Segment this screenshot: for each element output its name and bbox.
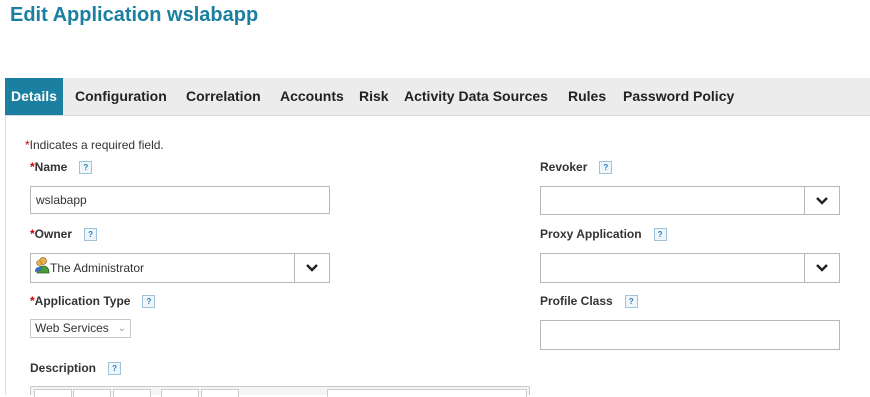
chevron-down-icon bbox=[816, 196, 828, 205]
revoker-label-text: Revoker bbox=[540, 160, 588, 174]
owner-label: *Owner? bbox=[30, 227, 98, 242]
revoker-field[interactable] bbox=[540, 186, 840, 215]
application-type-label: *Application Type? bbox=[30, 294, 156, 309]
tab-bar: Details Configuration Correlation Accoun… bbox=[5, 78, 870, 116]
application-type-select[interactable]: Web Services ⌄ bbox=[30, 319, 131, 338]
application-type-label-text: Application Type bbox=[34, 294, 131, 308]
toolbar-button[interactable] bbox=[113, 389, 151, 397]
required-note: *Indicates a required field. bbox=[25, 138, 164, 152]
name-field[interactable]: wslabapp bbox=[30, 186, 330, 214]
help-icon[interactable]: ? bbox=[108, 362, 122, 376]
owner-dropdown-button[interactable] bbox=[294, 254, 329, 282]
chevron-down-icon: ⌄ bbox=[117, 323, 126, 334]
owner-label-text: Owner bbox=[34, 227, 73, 241]
help-icon[interactable]: ? bbox=[84, 228, 98, 242]
proxy-application-label-text: Proxy Application bbox=[540, 227, 642, 241]
toolbar-button[interactable] bbox=[34, 389, 72, 397]
proxy-application-label: Proxy Application? bbox=[540, 227, 667, 242]
tab-configuration[interactable]: Configuration bbox=[75, 78, 167, 115]
description-label: Description? bbox=[30, 361, 122, 376]
profile-class-field[interactable] bbox=[540, 320, 840, 350]
profile-class-label: Profile Class? bbox=[540, 294, 638, 309]
proxy-application-dropdown-button[interactable] bbox=[804, 254, 839, 282]
chevron-down-icon bbox=[816, 264, 828, 272]
required-note-text: Indicates a required field. bbox=[29, 138, 164, 152]
page-title: Edit Application wslabapp bbox=[10, 4, 259, 26]
tab-activity-data-sources[interactable]: Activity Data Sources bbox=[404, 78, 548, 115]
help-icon[interactable]: ? bbox=[653, 228, 667, 242]
tab-risk[interactable]: Risk bbox=[359, 78, 389, 115]
description-editor-toolbar bbox=[30, 386, 530, 397]
help-icon[interactable]: ? bbox=[624, 295, 638, 309]
description-label-text: Description bbox=[30, 361, 97, 375]
owner-field[interactable]: The Administrator bbox=[30, 253, 330, 283]
help-icon[interactable]: ? bbox=[142, 295, 156, 309]
tab-password-policy[interactable]: Password Policy bbox=[623, 78, 734, 115]
tab-details[interactable]: Details bbox=[5, 78, 63, 115]
proxy-application-field[interactable] bbox=[540, 253, 840, 283]
toolbar-button[interactable] bbox=[73, 389, 111, 397]
tab-correlation[interactable]: Correlation bbox=[186, 78, 261, 115]
help-icon[interactable]: ? bbox=[79, 161, 93, 175]
toolbar-select[interactable] bbox=[327, 389, 527, 397]
name-value: wslabapp bbox=[36, 193, 87, 207]
name-label-text: Name bbox=[34, 160, 68, 174]
chevron-down-icon bbox=[306, 264, 318, 272]
tab-rules[interactable]: Rules bbox=[568, 78, 606, 115]
toolbar-button[interactable] bbox=[161, 389, 199, 397]
revoker-label: Revoker? bbox=[540, 160, 613, 175]
help-icon[interactable]: ? bbox=[599, 161, 613, 175]
name-label: *Name? bbox=[30, 160, 93, 175]
owner-value: The Administrator bbox=[50, 261, 145, 275]
application-type-value: Web Services bbox=[35, 321, 109, 335]
tab-accounts[interactable]: Accounts bbox=[280, 78, 344, 115]
profile-class-label-text: Profile Class bbox=[540, 294, 613, 308]
toolbar-button[interactable] bbox=[201, 389, 239, 397]
revoker-dropdown-button[interactable] bbox=[804, 187, 839, 214]
user-icon bbox=[35, 257, 50, 274]
